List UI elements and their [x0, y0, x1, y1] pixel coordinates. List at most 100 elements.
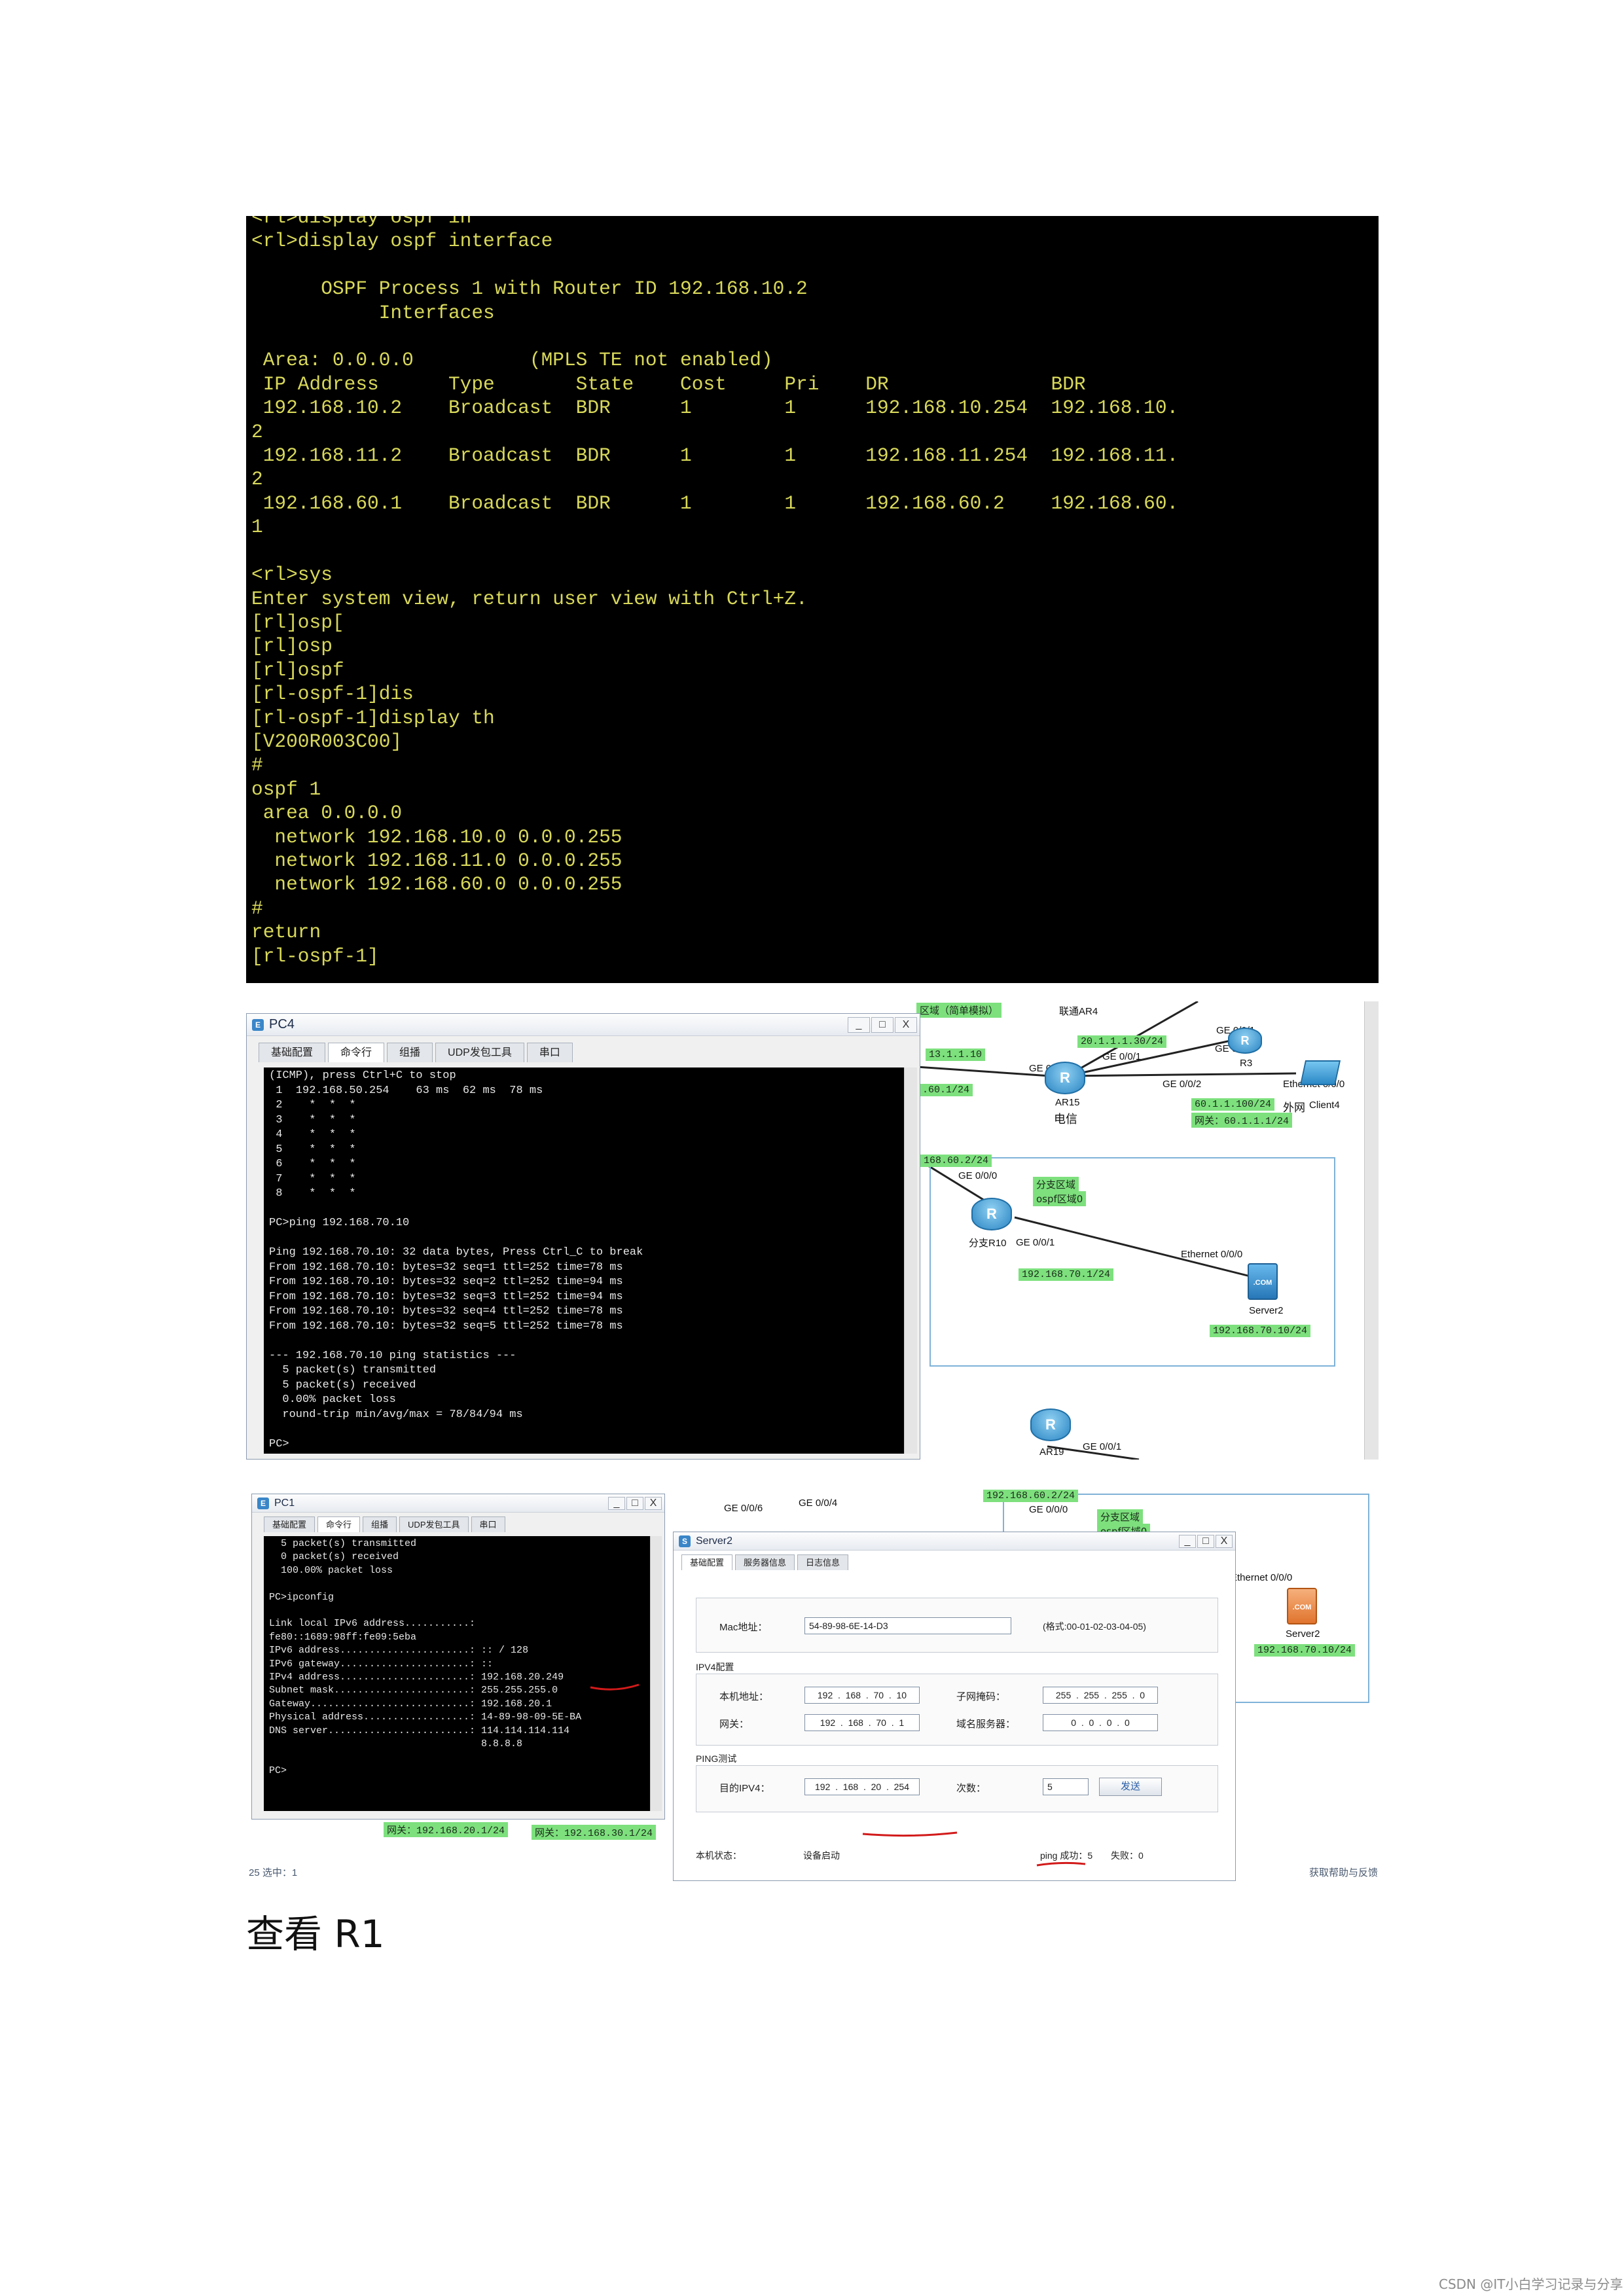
mac-label: Mac地址： — [719, 1622, 768, 1633]
mac-input[interactable]: 54-89-98-6E-14-D3 — [804, 1617, 1011, 1634]
minimize-button[interactable]: _ — [1179, 1534, 1196, 1548]
label-r3: R3 — [1240, 1058, 1253, 1069]
tab-multicast[interactable]: 组播 — [363, 1516, 397, 1532]
maximize-button[interactable]: □ — [871, 1016, 893, 1033]
tab-command-line[interactable]: 命令行 — [328, 1043, 385, 1062]
tab-basic-config[interactable]: 基础配置 — [259, 1043, 326, 1062]
label-server2-b: Server2 — [1286, 1628, 1320, 1640]
pc4-titlebar[interactable]: E PC4 _ □ X — [247, 1014, 920, 1036]
label-telecom: 电信 — [1054, 1113, 1077, 1126]
dest-ipv4-input[interactable]: 192 . 168 . 20 . 254 — [804, 1778, 920, 1795]
tab-log-info[interactable]: 日志信息 — [797, 1554, 849, 1570]
server2-titlebar[interactable]: S Server2 _ □ X — [674, 1532, 1235, 1551]
server2-title: Server2 — [696, 1535, 733, 1547]
pc1-window[interactable]: E PC1 _ □ X 基础配置 命令行 组播 UDP发包工具 串口 5 pac… — [251, 1494, 665, 1820]
label-ge001-d: GE 0/0/1 — [1083, 1441, 1122, 1452]
help-feedback-link[interactable]: 获取帮助与反馈 — [1309, 1865, 1378, 1879]
pc4-console-text: (ICMP), press Ctrl+C to stop 1 192.168.5… — [269, 1069, 643, 1450]
subnet-mask-label: 子网掩码： — [956, 1691, 1006, 1702]
label-area-simple: 区域（简单模拟） — [916, 1003, 1002, 1018]
dns-server-input[interactable]: 0 . 0 . 0 . 0 — [1043, 1714, 1158, 1731]
tab-serial[interactable]: 串口 — [526, 1043, 573, 1062]
tab-server-info[interactable]: 服务器信息 — [735, 1554, 795, 1570]
topology-canvas-1[interactable]: 区域（简单模拟） 联通AR4 GE 0/0/1 GE 0/0/0 R R3 20… — [916, 1001, 1379, 1460]
label-branch-r10: 分支R10 — [969, 1238, 1007, 1249]
minimize-button[interactable]: _ — [848, 1016, 870, 1033]
csdn-watermark: CSDN @IT小白学习记录与分享 — [1439, 2276, 1623, 2292]
server2-icon-b[interactable]: .COM — [1287, 1588, 1317, 1624]
maximize-button[interactable]: □ — [626, 1496, 643, 1510]
terminal-output: <rl>display ospf in <rl>display ospf int… — [251, 216, 1179, 967]
annotation-underline-dest — [862, 1831, 958, 1837]
tab-command-line[interactable]: 命令行 — [317, 1516, 361, 1532]
ping-fail-count: 失败：0 — [1111, 1850, 1144, 1861]
label-ge000-c: GE 0/0/0 — [958, 1170, 998, 1181]
r3-router-icon[interactable]: R — [1228, 1028, 1262, 1054]
tab-udp-tool[interactable]: UDP发包工具 — [399, 1516, 469, 1532]
label-branch-area: 分支区域 — [1033, 1177, 1079, 1192]
pc-app-icon: E — [252, 1018, 264, 1031]
send-button[interactable]: 发送 — [1099, 1778, 1162, 1796]
label-client4: Client4 — [1309, 1100, 1340, 1111]
pc1-scrollbar[interactable] — [650, 1536, 662, 1811]
device-status-label: 本机状态： — [696, 1850, 742, 1861]
label-ge002: GE 0/0/2 — [1163, 1079, 1202, 1090]
client4-icon[interactable] — [1299, 1060, 1341, 1085]
section-caption: 查看 R1 — [246, 1912, 385, 1956]
label-ar19: AR19 — [1039, 1446, 1064, 1458]
tab-basic-config[interactable]: 基础配置 — [264, 1516, 316, 1532]
ar19-router-icon[interactable]: R — [1030, 1408, 1071, 1441]
tab-serial[interactable]: 串口 — [471, 1516, 505, 1532]
count-input[interactable]: 5 — [1043, 1778, 1089, 1795]
label-client4-gw: 网关：60.1.1.1/24 — [1191, 1113, 1293, 1128]
label-ar15: AR15 — [1055, 1097, 1080, 1108]
pc1-console-text: 5 packet(s) transmitted 0 packet(s) rece… — [269, 1538, 582, 1776]
tab-multicast[interactable]: 组播 — [387, 1043, 433, 1062]
label-ip-70-10-b: 192.168.70.10/24 — [1254, 1644, 1356, 1657]
close-button[interactable]: X — [895, 1016, 917, 1033]
close-button[interactable]: X — [1216, 1534, 1233, 1548]
label-ge000-d: GE 0/0/0 — [1029, 1504, 1068, 1515]
close-button[interactable]: X — [645, 1496, 662, 1510]
ar15-router-icon[interactable]: R — [1045, 1062, 1085, 1094]
label-ip-168-60-b: 192.168.60.2/24 — [983, 1490, 1079, 1502]
label-ip-168-60: 168.60.2/24 — [920, 1155, 992, 1167]
dns-server-label: 域名服务器： — [956, 1719, 1016, 1730]
label-gateway-30: 网关：192.168.30.1/24 — [532, 1825, 657, 1840]
server2-window[interactable]: S Server2 _ □ X 基础配置 服务器信息 日志信息 Mac地址： 5… — [673, 1532, 1236, 1881]
annotation-underline-pc1 — [590, 1683, 640, 1691]
label-eth000-c: Ethernet 0/0/0 — [1231, 1572, 1293, 1583]
label-ip-70-1: 192.168.70.1/24 — [1019, 1268, 1114, 1281]
tab-basic-config[interactable]: 基础配置 — [681, 1554, 733, 1570]
pc4-scrollbar[interactable] — [904, 1067, 917, 1454]
label-ge001-b: GE 0/0/1 — [1102, 1051, 1142, 1062]
pc1-command-output[interactable]: 5 packet(s) transmitted 0 packet(s) rece… — [264, 1536, 650, 1811]
label-ip-70-10: 192.168.70.10/24 — [1210, 1325, 1311, 1337]
minimize-button[interactable]: _ — [608, 1496, 625, 1510]
subnet-mask-input[interactable]: 255 . 255 . 255 . 0 — [1043, 1687, 1158, 1704]
ipv4-section — [696, 1674, 1218, 1746]
label-ospf-area: ospf区域0 — [1033, 1191, 1087, 1206]
router-terminal: <rl>display ospf in <rl>display ospf int… — [246, 216, 1379, 983]
ipv4-section-title: IPV4配置 — [696, 1662, 734, 1672]
maximize-button[interactable]: □ — [1197, 1534, 1214, 1548]
label-eth000-b: Ethernet 0/0/0 — [1181, 1249, 1243, 1260]
local-address-input[interactable]: 192 . 168 . 70 . 10 — [804, 1687, 920, 1704]
gateway-input[interactable]: 192 . 168 . 70 . 1 — [804, 1714, 920, 1731]
r10-router-icon[interactable]: R — [971, 1198, 1012, 1230]
tab-udp-tool[interactable]: UDP发包工具 — [435, 1043, 524, 1062]
pc4-command-output[interactable]: (ICMP), press Ctrl+C to stop 1 192.168.5… — [264, 1067, 904, 1454]
pc4-title: PC4 — [269, 1017, 295, 1031]
server2-tabs: 基础配置 服务器信息 日志信息 — [674, 1551, 1235, 1573]
canvas-scrollbar-1[interactable] — [1364, 1001, 1379, 1460]
pc1-title: PC1 — [274, 1497, 295, 1509]
pc4-window[interactable]: E PC4 _ □ X 基础配置 命令行 组播 UDP发包工具 串口 (ICMP… — [246, 1013, 920, 1460]
device-status-value: 设备启动 — [803, 1850, 840, 1861]
server-app-icon: S — [679, 1535, 691, 1547]
status-selected: 25 选中：1 — [249, 1867, 298, 1878]
pc1-tabs: 基础配置 命令行 组播 UDP发包工具 串口 — [252, 1513, 664, 1535]
pc1-titlebar[interactable]: E PC1 _ □ X — [252, 1494, 664, 1513]
mac-format-hint: (格式:00-01-02-03-04-05) — [1043, 1621, 1146, 1632]
label-unicom-ar4: 联通AR4 — [1059, 1006, 1098, 1017]
server2-icon[interactable]: .COM — [1248, 1263, 1278, 1300]
